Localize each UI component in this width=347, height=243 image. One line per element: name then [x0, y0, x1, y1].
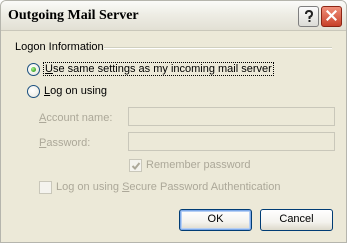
close-icon [322, 10, 341, 21]
remember-password-checkbox[interactable] [129, 159, 142, 172]
title-bar[interactable]: Outgoing Mail Server [1, 1, 346, 31]
log-on-using-label[interactable]: Log on using [44, 85, 107, 97]
password-field[interactable] [128, 132, 335, 151]
question-mark-icon [299, 10, 318, 23]
account-name-field[interactable] [128, 107, 335, 126]
checkmark-icon [130, 161, 141, 171]
group-divider [104, 47, 332, 49]
cancel-button[interactable]: Cancel [260, 209, 333, 231]
secure-password-authentication-label: Log on using Secure Password Authenticat… [56, 181, 281, 193]
log-on-using-radio[interactable] [27, 85, 40, 98]
help-button[interactable] [298, 6, 319, 27]
secure-password-authentication-checkbox[interactable] [39, 181, 52, 194]
radio-selected-dot [31, 67, 36, 72]
outgoing-mail-server-dialog: Outgoing Mail Server Logon Information U… [0, 0, 347, 243]
use-same-settings-radio[interactable] [27, 63, 40, 76]
close-button[interactable] [321, 6, 342, 27]
logon-information-group-label: Logon Information [15, 41, 104, 53]
remember-password-label: Remember password [146, 159, 251, 171]
account-name-label: Account name: [39, 112, 113, 124]
password-label: Password: [39, 137, 91, 149]
ok-button[interactable]: OK [179, 209, 252, 231]
dialog-title: Outgoing Mail Server [8, 8, 139, 23]
use-same-settings-label[interactable]: Use same settings as my incoming mail se… [43, 62, 274, 76]
